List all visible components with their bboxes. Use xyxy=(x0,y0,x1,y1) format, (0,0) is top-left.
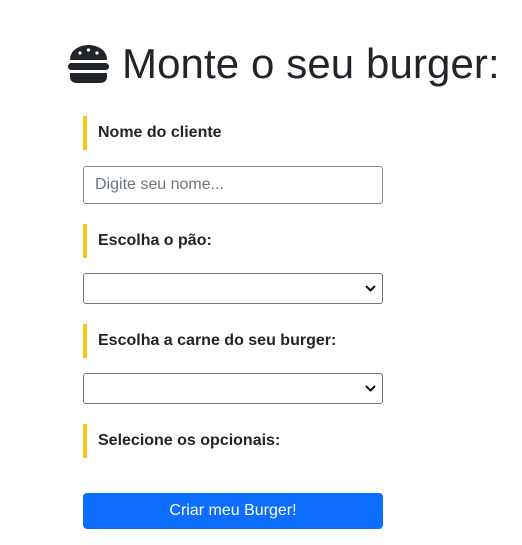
chevron-down-icon xyxy=(365,285,376,292)
customer-name-input[interactable] xyxy=(83,166,383,204)
page-title: Monte o seu burger: xyxy=(67,38,500,90)
chevron-down-icon xyxy=(365,385,376,392)
burger-form-page: Monte o seu burger: Nome do cliente Esco… xyxy=(0,0,522,545)
page-title-text: Monte o seu burger: xyxy=(122,40,500,87)
create-burger-button[interactable]: Criar meu Burger! xyxy=(83,493,383,529)
optionals-label: Selecione os opcionais: xyxy=(83,424,280,458)
bread-label: Escolha o pão: xyxy=(83,224,212,258)
name-label: Nome do cliente xyxy=(83,116,222,150)
meat-label: Escolha a carne do seu burger: xyxy=(83,324,336,358)
meat-select[interactable] xyxy=(83,373,383,404)
burger-icon xyxy=(68,45,109,83)
bread-select[interactable] xyxy=(83,273,383,304)
